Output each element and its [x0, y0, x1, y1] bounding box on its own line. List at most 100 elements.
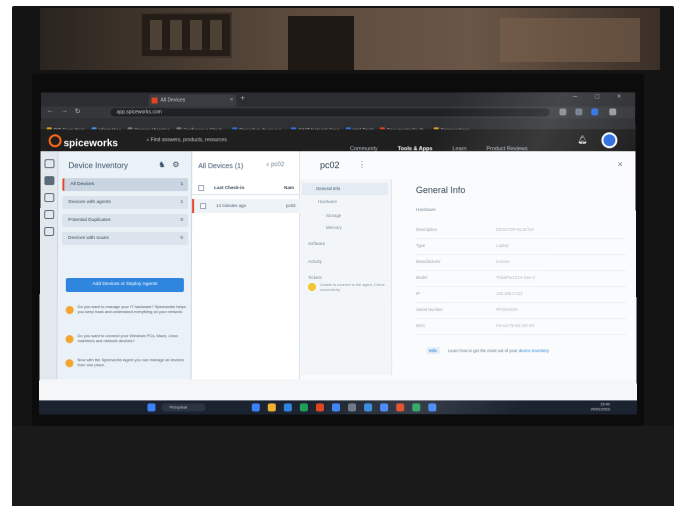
info-row: Description DESKTOP-6L1K7UI [415, 223, 626, 240]
taskbar-app-icon[interactable] [412, 403, 421, 412]
tab-title: All Devices [160, 97, 186, 104]
info-value: DESKTOP-6L1K7UI [495, 227, 534, 233]
extension-icon[interactable] [591, 108, 599, 116]
devices-search[interactable]: ⌕ pc02 [266, 162, 284, 169]
forward-icon[interactable]: → [61, 107, 68, 114]
info-row: Manufacturer Lenovo [416, 254, 627, 272]
devices-list: All Devices (1) ⌕ pc02 Last Check-in Nam… [191, 151, 301, 380]
taskbar-app-icon[interactable] [299, 403, 308, 412]
add-devices-button[interactable]: Add Devices or Deploy Agents [65, 278, 184, 293]
tip-text: Do you want to manage your IT hardware? … [77, 304, 186, 315]
taskbar-app-icon[interactable] [331, 403, 341, 412]
rail-home-icon[interactable] [43, 159, 55, 169]
subnav-item[interactable]: Storage [326, 213, 341, 218]
taskbar-app-icon[interactable] [348, 403, 357, 412]
rail-reports-icon[interactable] [43, 210, 54, 220]
taskbar-app-icon[interactable] [283, 403, 292, 412]
info-row: IP 192.168.0.112 [416, 287, 627, 304]
taskbar-app-icon[interactable] [267, 403, 276, 412]
lightbulb-icon [65, 306, 74, 315]
taskbar-clock: 15:40 20/01/2023 [591, 402, 610, 411]
taskbar-app-icon[interactable] [380, 403, 389, 412]
subnav-item[interactable]: Tickets [308, 275, 322, 280]
taskbar-app-icon[interactable] [364, 403, 373, 412]
devices-search-text: pc02 [271, 162, 285, 169]
windows-taskbar: Pesquisar 15:40 20/01/2023 [39, 400, 637, 415]
subnav-item[interactable]: Activity [308, 259, 322, 264]
filter-label: All Devices [70, 182, 95, 188]
subnav-item[interactable]: Memory [326, 225, 342, 230]
close-tab-icon[interactable]: × [230, 95, 234, 107]
inventory-filter-item[interactable]: Devices with scans 0 [62, 232, 189, 246]
lightbulb-icon [65, 359, 74, 368]
taskbar-app-icon[interactable] [396, 403, 405, 412]
info-value: PF2XXXXX [496, 307, 518, 313]
settings-gear-icon[interactable]: ⚙ [172, 160, 179, 169]
url-field[interactable]: app.spiceworks.com [110, 108, 550, 117]
site-search[interactable]: ⌕ Find answers, products, resources [146, 137, 226, 143]
info-label: MAC [416, 323, 426, 329]
menu-icon[interactable] [609, 108, 617, 116]
screen: All Devices × + – □ × ← → ↻ app.spicewor… [39, 92, 637, 415]
table-row[interactable]: 14 minutes ago pc02 [192, 199, 301, 214]
subnav-item[interactable]: Hardware [318, 199, 337, 204]
row-name: pc02 [286, 203, 296, 209]
doorway [288, 16, 354, 70]
icon-rail [39, 151, 59, 380]
back-icon[interactable]: ← [47, 107, 54, 114]
address-bar-row: ← → ↻ app.spiceworks.com [40, 106, 636, 119]
close-panel-icon[interactable]: × [617, 159, 622, 169]
more-options-icon[interactable]: ⋮ [358, 160, 366, 169]
subnav-item[interactable]: General Info [302, 183, 388, 196]
inventory-add-icon[interactable]: ♞ [158, 160, 165, 169]
extension-icon[interactable] [559, 108, 567, 116]
info-link[interactable]: device inventory [519, 348, 549, 353]
rail-help-icon[interactable] [43, 227, 54, 237]
inventory-filter-item[interactable]: Potential Duplicates 0 [62, 214, 189, 228]
detail-subnav: General Info Hardware Storage Memory Softwar… [299, 179, 393, 376]
lightbulb-icon [65, 335, 74, 344]
device-title: pc02 [320, 160, 340, 171]
tip-text: Now with the Spiceworks Agent you can ma… [77, 357, 184, 368]
window-controls[interactable]: – □ × [573, 94, 629, 101]
inventory-filter-item[interactable]: Devices with agents 1 [62, 196, 189, 210]
row-check-in: 14 minutes ago [216, 203, 247, 209]
info-value: F4-A4-75-XX-XX-XX [496, 323, 535, 329]
new-tab-button[interactable]: + [240, 94, 245, 103]
windows-start-icon[interactable] [147, 403, 156, 412]
column-header[interactable]: Nam [284, 181, 294, 195]
subnav-item[interactable]: Software [308, 241, 325, 246]
column-header[interactable]: Last Check-in [214, 181, 244, 195]
spiceworks-header: spiceworks ⌕ Find answers, products, res… [40, 129, 636, 152]
tip-text: Do you want to connect your Windows PCs,… [77, 333, 179, 344]
info-row: Serial Number PF2XXXXX [416, 303, 627, 320]
search-placeholder: Find answers, products, resources [150, 137, 227, 144]
spiceworks-logo[interactable]: spiceworks [49, 134, 118, 149]
info-value: Laptop [495, 243, 509, 249]
taskbar-app-icon[interactable] [315, 403, 324, 412]
filter-count: 0 [180, 218, 184, 224]
rail-tickets-icon[interactable] [43, 193, 54, 203]
taskbar-search[interactable]: Pesquisar [161, 403, 206, 412]
reload-icon[interactable]: ↻ [75, 107, 81, 115]
inventory-filter-item[interactable]: All Devices 1 [62, 178, 189, 192]
info-badge: Info [426, 347, 440, 355]
info-label: Manufacturer [416, 258, 441, 265]
profile-icon[interactable] [575, 108, 583, 116]
info-label: Type [415, 243, 426, 249]
warning-text: Unable to connect to the agent. Check co… [319, 283, 385, 293]
browser-tab[interactable]: All Devices × [148, 94, 237, 107]
shelf [500, 18, 640, 62]
photo-background: All Devices × + – □ × ← → ↻ app.spicewor… [0, 0, 682, 513]
wall [40, 8, 660, 70]
info-value: Lenovo [496, 258, 510, 265]
taskbar-app-icon[interactable] [428, 403, 437, 412]
avatar[interactable] [601, 132, 618, 149]
row-checkbox[interactable] [200, 203, 207, 210]
rail-inventory-icon[interactable] [43, 176, 54, 186]
devices-title: All Devices (1) [198, 163, 244, 171]
inventory-title: Device Inventory [68, 161, 128, 171]
taskbar-app-icon[interactable] [251, 403, 260, 412]
select-all-checkbox[interactable] [198, 185, 205, 192]
notifications-bell-icon[interactable]: 🔔︎ [577, 135, 587, 144]
